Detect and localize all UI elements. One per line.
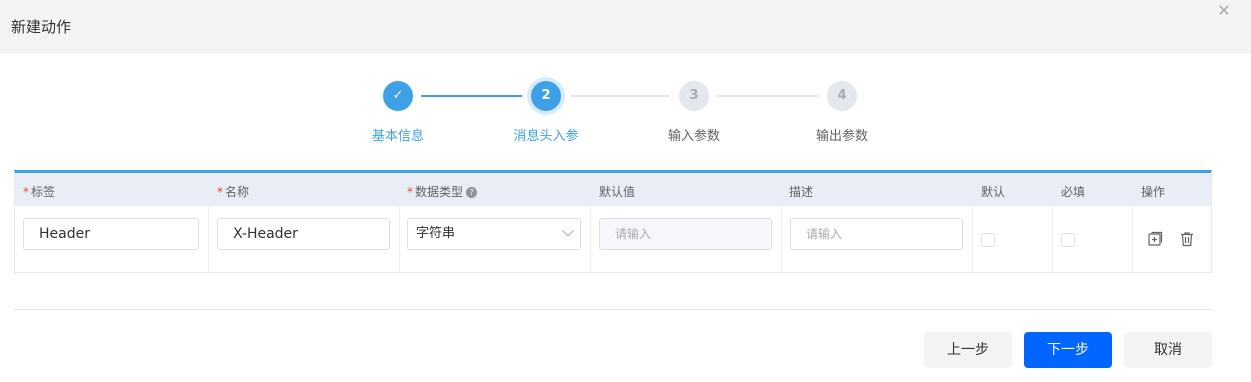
data-type-select[interactable]: 字符串 bbox=[407, 218, 581, 250]
step-connector bbox=[570, 95, 670, 97]
step-1-label: 基本信息 bbox=[371, 129, 424, 144]
step-3-number: 3 bbox=[679, 81, 709, 111]
table-header: * 标签 * 名称 * 数据类型? 默认值 描述 默认 必填 操作 bbox=[15, 173, 1211, 206]
step-1-check-icon: ✓ bbox=[383, 81, 413, 111]
step-4-label: 输出参数 bbox=[815, 129, 868, 144]
footer-divider bbox=[14, 309, 1212, 310]
col-desc-header: 描述 bbox=[789, 185, 814, 199]
default-value-input[interactable] bbox=[599, 218, 772, 250]
cell-divider bbox=[781, 206, 782, 272]
header-params-table: *标签 *名称 *数据类型? 默认值 描述 默认 必填 操作 字符串 bbox=[14, 170, 1212, 273]
required-checkbox[interactable] bbox=[1061, 233, 1075, 247]
col-default-header: 默认 bbox=[981, 185, 1006, 199]
cell-divider bbox=[399, 206, 400, 272]
data-type-value: 字符串 bbox=[416, 226, 456, 241]
help-icon[interactable]: ? bbox=[466, 187, 478, 198]
col-name-header: * 名称 bbox=[217, 185, 250, 199]
table-row: 字符串 bbox=[15, 206, 1211, 272]
step-connector bbox=[421, 95, 522, 97]
cell-divider bbox=[1132, 206, 1133, 272]
prev-step-button[interactable]: 上一步 bbox=[924, 332, 1012, 368]
step-4-number: 4 bbox=[827, 81, 857, 111]
col-type-header: * 数据类型? bbox=[407, 183, 478, 200]
col-default-value-header: 默认值 bbox=[599, 185, 636, 199]
step-3-label: 输入参数 bbox=[667, 129, 720, 144]
cell-divider bbox=[208, 206, 209, 272]
step-2-label: 消息头入参 bbox=[513, 129, 579, 144]
col-actions-header: 操作 bbox=[1141, 185, 1166, 199]
default-checkbox[interactable] bbox=[981, 233, 995, 247]
name-input[interactable] bbox=[217, 218, 390, 250]
steps-bar: ✓ 2 3 4 基本信息 消息头入参 输入参数 输出参数 bbox=[0, 0, 1251, 150]
description-input[interactable] bbox=[790, 218, 963, 250]
chevron-down-icon bbox=[562, 225, 574, 237]
cell-divider bbox=[972, 206, 973, 272]
delete-icon[interactable] bbox=[1179, 231, 1195, 247]
step-2-number: 2 bbox=[531, 81, 561, 111]
col-label-header: * 标签 bbox=[23, 185, 56, 199]
new-action-dialog: 新建动作 ✕ ✓ 2 3 4 基本信息 消息头入参 输入参数 输出参数 * 标签 … bbox=[0, 0, 1251, 382]
add-row-icon[interactable] bbox=[1147, 231, 1163, 247]
cancel-button[interactable]: 取消 bbox=[1124, 332, 1212, 368]
col-required-header: 必填 bbox=[1061, 185, 1086, 199]
cell-divider bbox=[590, 206, 591, 272]
step-connector bbox=[717, 95, 818, 97]
next-step-button[interactable]: 下一步 bbox=[1024, 332, 1112, 368]
cell-divider bbox=[1052, 206, 1053, 272]
label-input[interactable] bbox=[23, 218, 199, 250]
